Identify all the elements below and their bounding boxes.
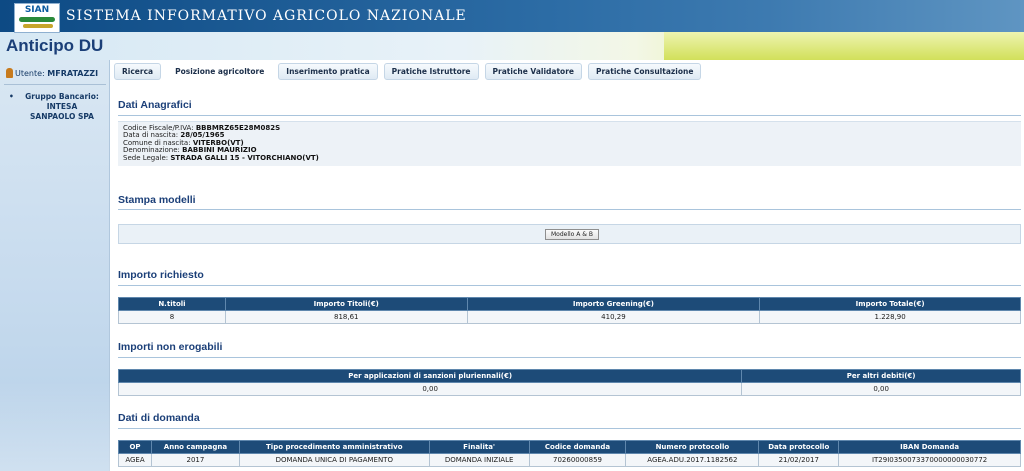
column-header: Anno campagna [150,440,240,454]
user-info: Utente: MFRATAZZI [6,68,98,78]
table-cell: 2017 [150,453,240,467]
table-row[interactable]: AGEA 2017 DOMANDA UNICA DI PAGAMENTO DOM… [118,453,1021,467]
column-header: Importo Totale(€) [759,297,1021,311]
section-divider [118,357,1021,358]
sian-logo[interactable]: SIAN [14,3,60,33]
column-header: Data protocollo [758,440,840,454]
nav-inserimento-pratica[interactable]: Inserimento pratica [278,63,378,80]
column-header: Per altri debiti(€) [741,369,1021,383]
section-divider [118,428,1021,429]
logo-text: SIAN [24,5,50,15]
app-name: SISTEMA INFORMATIVO AGRICOLO NAZIONALE [66,8,467,24]
column-header: Importo Titoli(€) [224,297,468,311]
table-cell: 818,61 [224,310,468,324]
section-title-domanda: Dati di domanda [118,412,200,424]
nav-ricerca[interactable]: Ricerca [114,63,162,80]
data-nascita-row: Data di nascita: 28/05/1965 [123,132,1016,139]
header-banner: SIAN SISTEMA INFORMATIVO AGRICOLO NAZION… [0,0,1024,60]
column-header: Numero protocollo [625,440,760,454]
bank-value-line-2: SANPAOLO SPA [30,112,94,121]
codice-fiscale-row: Codice Fiscale/P.IVA: BBBMRZ65E28M082S [123,124,1016,132]
sidebar-wheat-decoration [0,381,110,471]
banner-field [664,32,1024,60]
table-cell: DOMANDA UNICA DI PAGAMENTO [238,453,430,467]
nav-posizione-agricoltore[interactable]: Posizione agricoltore [167,63,272,80]
sidebar-divider [4,84,106,85]
section-divider [118,285,1021,286]
section-title-anagrafici: Dati Anagrafici [118,99,192,111]
section-divider [118,209,1021,210]
sede-value: STRADA GALLI 15 - VITORCHIANO(VT) [170,153,319,162]
user-icon [6,68,13,78]
non-erogabili-table: Per applicazioni di sanzioni pluriennali… [117,369,1021,396]
section-title-importo: Importo richiesto [118,269,204,281]
sede-label: Sede Legale: [123,153,169,162]
nav-pratiche-istruttore[interactable]: Pratiche Istruttore [383,63,479,80]
table-cell: 1.228,90 [759,310,1021,324]
page-title: Anticipo DU [6,36,104,55]
nav-bar: Ricerca Posizione agricoltore Inseriment… [114,63,702,81]
column-header: OP [118,440,152,454]
table-row: 8 818,61 410,29 1.228,90 [118,310,1021,324]
stampa-box: Modello A & B [118,224,1021,244]
main-content: Ricerca Posizione agricoltore Inseriment… [110,60,1024,471]
column-header: N.titoli [118,297,226,311]
table-cell: AGEA [118,453,152,467]
table-cell: DOMANDA INIZIALE [428,453,530,467]
bank-value-line-1: INTESA [46,102,78,111]
section-title-stampa: Stampa modelli [118,194,196,206]
table-cell: 8 [118,310,226,324]
table-cell: 0,00 [117,382,743,396]
user-label: Utente: [15,69,45,78]
column-header: Tipo procedimento amministrativo [238,440,430,454]
sidebar: Utente: MFRATAZZI • Gruppo Bancario: INT… [0,60,110,471]
user-name: MFRATAZZI [47,69,99,78]
logo-wave-icon [19,17,55,22]
table-cell: 410,29 [466,310,761,324]
modello-ab-button[interactable]: Modello A & B [545,229,599,240]
table-row: 0,00 0,00 [117,382,1021,396]
sede-row: Sede Legale: STRADA GALLI 15 - VITORCHIA… [123,153,1016,162]
bullet-icon: • [9,92,14,101]
domanda-table: OP Anno campagna Tipo procedimento ammin… [118,440,1021,467]
section-title-non-erogabili: Importi non erogabili [118,341,223,353]
nav-pratiche-consultazione[interactable]: Pratiche Consultazione [587,63,702,80]
importo-table: N.titoli Importo Titoli(€) Importo Green… [118,297,1021,324]
column-header: IBAN Domanda [838,440,1021,454]
anagrafici-box: Codice Fiscale/P.IVA: BBBMRZ65E28M082S D… [118,121,1021,166]
table-cell: 70260000859 [528,453,627,467]
bank-label: Gruppo Bancario: [25,92,99,101]
table-cell: 0,00 [741,382,1021,396]
table-cell: AGEA.ADU.2017.1182562 [625,453,760,467]
table-cell: IT29I0350073370000000030772 [838,453,1021,467]
logo-wave2-icon [23,24,53,28]
column-header: Codice domanda [528,440,627,454]
bank-group: • Gruppo Bancario: INTESA SANPAOLO SPA [9,92,106,122]
column-header: Finalita' [428,440,530,454]
table-cell: 21/02/2017 [758,453,840,467]
nav-pratiche-validatore[interactable]: Pratiche Validatore [484,63,582,80]
column-header: Importo Greening(€) [466,297,761,311]
column-header: Per applicazioni di sanzioni pluriennali… [117,369,743,383]
section-divider [118,115,1021,116]
